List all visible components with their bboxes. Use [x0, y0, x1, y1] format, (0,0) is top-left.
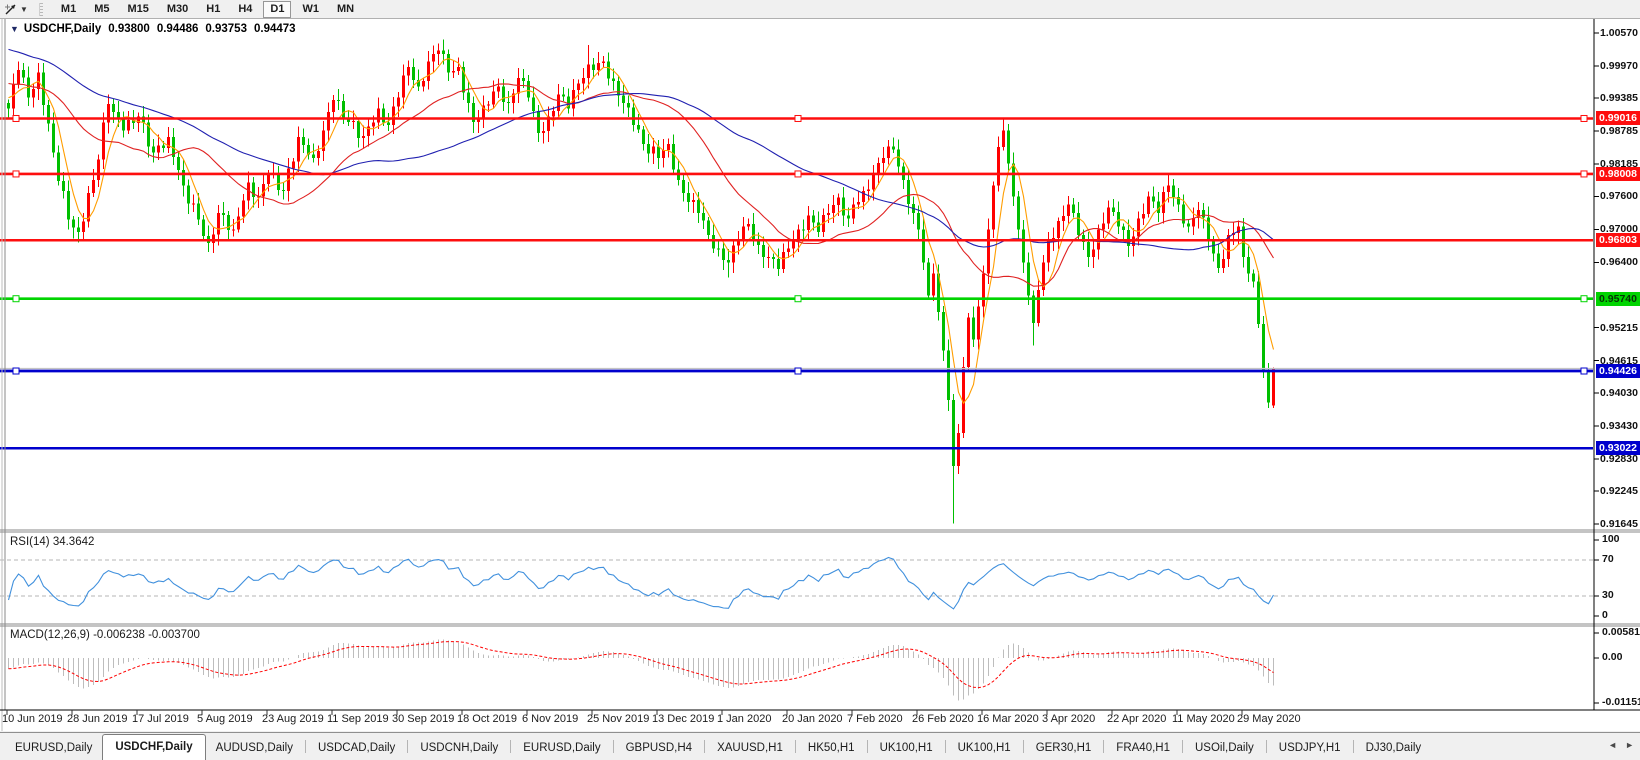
- timeframe-button-w1[interactable]: W1: [295, 1, 326, 18]
- chart-tab-eurusd-daily[interactable]: EURUSD,Daily: [5, 737, 102, 760]
- tab-divider: [704, 740, 705, 753]
- chart-tab-xauusd-h1[interactable]: XAUUSD,H1: [707, 737, 793, 760]
- tab-divider: [1023, 740, 1024, 753]
- toolbar-grip: [39, 3, 43, 16]
- cursor-tool-button[interactable]: ▼: [0, 1, 32, 18]
- chart-tab-uk100-h1[interactable]: UK100,H1: [870, 737, 943, 760]
- terminal-window: ▼ M1M5M15M30H1H4D1W1MN ▼USDCHF,Daily0.93…: [0, 0, 1640, 760]
- tab-divider: [407, 740, 408, 753]
- chart-tab-gbpusd-h4[interactable]: GBPUSD,H4: [616, 737, 702, 760]
- chart-tab-hk50-h1[interactable]: HK50,H1: [798, 737, 865, 760]
- tab-divider: [613, 740, 614, 753]
- timeframe-button-mn[interactable]: MN: [330, 1, 361, 18]
- tab-divider: [1103, 740, 1104, 753]
- tab-divider: [1182, 740, 1183, 753]
- price-chart-canvas[interactable]: [0, 0, 1640, 731]
- timeframe-button-m15[interactable]: M15: [120, 1, 155, 18]
- timeframe-button-h1[interactable]: H1: [199, 1, 227, 18]
- chart-tab-usdcnh-daily[interactable]: USDCNH,Daily: [410, 737, 508, 760]
- chart-tab-uk100-h1[interactable]: UK100,H1: [948, 737, 1021, 760]
- timeframe-button-m5[interactable]: M5: [87, 1, 116, 18]
- cursor-tool-dropdown-icon[interactable]: ▼: [20, 5, 28, 14]
- crosshair-cursor-icon: [4, 3, 18, 16]
- tab-divider: [795, 740, 796, 753]
- timeframe-toolbar: ▼ M1M5M15 M30H1H4D1W1MN: [0, 0, 1640, 19]
- tab-scroll-right-button[interactable]: ►: [1625, 740, 1634, 750]
- chart-tab-ger30-h1[interactable]: GER30,H1: [1026, 737, 1102, 760]
- timeframe-button-h4[interactable]: H4: [231, 1, 259, 18]
- chart-tab-audusd-daily[interactable]: AUDUSD,Daily: [206, 737, 303, 760]
- chart-tab-eurusd-daily[interactable]: EURUSD,Daily: [513, 737, 610, 760]
- chart-tab-bar: EURUSD,DailyUSDCHF,DailyAUDUSD,DailyUSDC…: [0, 732, 1640, 760]
- chart-tab-usdjpy-h1[interactable]: USDJPY,H1: [1269, 737, 1351, 760]
- chart-tab-usdcad-daily[interactable]: USDCAD,Daily: [308, 737, 405, 760]
- tab-scroll-controls: ◄ ►: [1608, 740, 1634, 750]
- tab-divider: [867, 740, 868, 753]
- tab-divider: [510, 740, 511, 753]
- tab-divider: [305, 740, 306, 753]
- timeframe-button-m30[interactable]: M30: [160, 1, 195, 18]
- chart-tab-usdchf-daily[interactable]: USDCHF,Daily: [102, 734, 205, 760]
- timeframe-buttons: M1M5M15 M30H1H4D1W1MN: [52, 1, 363, 18]
- timeframe-button-d1[interactable]: D1: [263, 1, 291, 18]
- chart-tab-dj30-daily[interactable]: DJ30,Daily: [1356, 737, 1432, 760]
- tab-scroll-left-button[interactable]: ◄: [1608, 740, 1617, 750]
- chart-tab-usoil-daily[interactable]: USOil,Daily: [1185, 737, 1264, 760]
- timeframe-button-m1[interactable]: M1: [54, 1, 83, 18]
- chart-tab-fra40-h1[interactable]: FRA40,H1: [1106, 737, 1180, 760]
- tab-divider: [1353, 740, 1354, 753]
- tab-divider: [945, 740, 946, 753]
- tab-divider: [1266, 740, 1267, 753]
